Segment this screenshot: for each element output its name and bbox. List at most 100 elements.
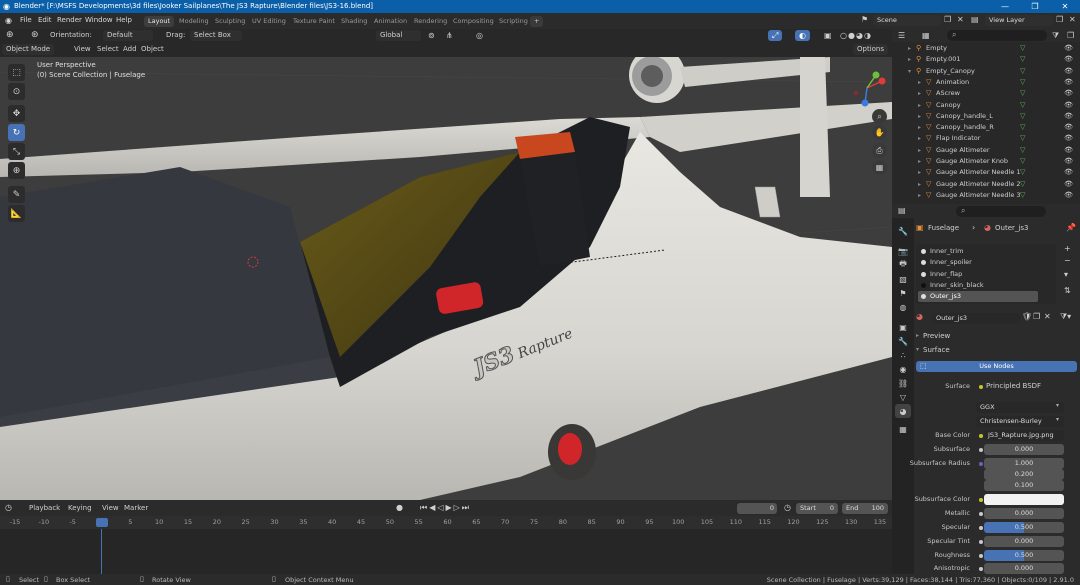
material-slot-list[interactable]: Inner_trim Inner_spoiler Inner_flap Inner_s… [916,244,1056,304]
mesh-data-icon[interactable]: ▽ [1020,77,1025,88]
expand-arrow-icon[interactable]: ▸ [918,145,921,156]
shading-modes-icon[interactable]: ○●◕◑ [836,30,876,41]
material-name-field[interactable]: Outer_js3 [932,313,1020,324]
surface-section[interactable]: Surface [923,346,950,354]
object-tab-icon[interactable]: ▣ [895,320,911,334]
cursor-tool-icon[interactable]: ⊙ [8,83,25,100]
copy-material-icon[interactable]: ❐ [1033,312,1040,321]
preview-expand-icon[interactable]: ▸ [916,332,919,339]
ortho-grid-icon[interactable]: ▦ [872,160,887,175]
tab-uv-editing[interactable]: UV Editing [248,16,290,27]
data-tab-icon[interactable]: ▽ [895,390,911,404]
mesh-data-icon[interactable]: ▽ [1020,190,1025,201]
visibility-eye-icon[interactable]: 👁 [1064,167,1073,178]
expand-arrow-icon[interactable]: ▸ [918,167,921,178]
tab-layout[interactable]: Layout [144,16,175,27]
tab-animation[interactable]: Animation [370,16,411,27]
minimize-button[interactable]: — [990,0,1020,13]
zoom-icon[interactable]: ⌕ [872,109,887,124]
link-dropdown-icon[interactable]: ⧩▾ [1060,312,1071,322]
specular-tint-field[interactable]: 0.000 [984,536,1064,547]
expand-arrow-icon[interactable]: ▸ [918,190,921,201]
pan-hand-icon[interactable]: ✋ [872,125,887,140]
drag-dropdown[interactable]: Select Box [190,30,242,41]
visibility-eye-icon[interactable]: 👁 [1064,179,1073,190]
material-browse-icon[interactable]: ◕ [916,312,923,321]
tab-rendering[interactable]: Rendering [410,16,451,27]
tab-compositing[interactable]: Compositing [449,16,498,27]
subsurface-color-swatch[interactable] [984,494,1064,505]
timeline-ruler[interactable]: -15-10-505101520253035404550556065707580… [0,516,892,529]
subsurface-radius-y[interactable]: 0.200 [984,469,1064,480]
physics-tab-icon[interactable]: ◉ [895,362,911,376]
menu-file[interactable]: File [20,16,32,24]
mesh-data-icon[interactable]: ▽ [1020,167,1025,178]
visibility-eye-icon[interactable]: 👁 [1064,43,1073,54]
tab-shading[interactable]: Shading [337,16,371,27]
gizmo-toggle-icon[interactable]: ⤢ [768,30,783,41]
xray-icon[interactable]: ▣ [820,30,836,41]
orientation-dropdown[interactable]: Default [103,30,153,41]
expand-arrow-icon[interactable]: ▸ [918,179,921,190]
subsurface-radius-z[interactable]: 0.100 [984,480,1064,491]
outliner-row[interactable]: ▸ ▽ Flap Indicator ▽ 👁 [892,133,1080,144]
output-tab-icon[interactable]: 🖶 [895,258,911,272]
current-frame-field[interactable]: 0 [737,503,777,514]
surface-shader-field[interactable]: Principled BSDF [986,382,1041,390]
pivot-icon[interactable]: ⊚ [424,30,439,41]
record-icon[interactable]: ● [396,503,403,512]
outliner-row[interactable]: ▸ ▽ Canopy_handle_L ▽ 👁 [892,111,1080,122]
material-slot[interactable]: Inner_flap [918,269,1038,280]
tool-tab-icon[interactable]: 🔧 [895,224,911,238]
scene-tab-icon[interactable]: ⚑ [895,286,911,300]
texture-tab-icon[interactable]: ▦ [895,422,911,436]
overlay-toggle-icon[interactable]: ◐ [795,30,810,41]
visibility-eye-icon[interactable]: 👁 [1064,133,1073,144]
add-slot-icon[interactable]: + [1064,244,1071,253]
proportional-edit-icon[interactable]: ◎ [472,30,487,41]
tab-sculpting[interactable]: Sculpting [211,16,249,27]
properties-search-input[interactable]: ⌕ [956,206,1046,217]
mesh-data-icon[interactable]: ▽ [1020,133,1025,144]
visibility-eye-icon[interactable]: 👁 [1064,66,1073,77]
outliner-row[interactable]: ▸ ▽ Canopy_handle_R ▽ 👁 [892,122,1080,133]
delete-view-layer-icon[interactable]: ✕ [1069,15,1076,24]
material-slot[interactable]: Outer_js3 [918,291,1038,303]
menu-object[interactable]: Object [137,44,168,55]
editor-type-icon[interactable]: ⊕ [2,30,18,41]
distribution-dropdown[interactable]: GGX [976,402,1064,413]
metallic-field[interactable]: 0.000 [984,508,1064,519]
end-frame-field[interactable]: End 100 [842,503,888,514]
mesh-data-icon[interactable]: ▽ [1020,122,1025,133]
properties-panel[interactable]: ▤ ⌕ 🔧 📷 🖶 ▧ ⚑ ◍ ▣ 🔧 ∴ ◉ ⛓ ▽ ◕ ▦ ▣ Fusela… [892,204,1080,574]
expand-arrow-icon[interactable]: ▸ [918,88,921,99]
scale-tool-icon[interactable]: ⤡ [8,143,25,160]
3d-viewport[interactable]: JS3 Rapture User Perspective (0) Scene C… [0,57,892,500]
mesh-data-icon[interactable]: ▽ [1020,66,1025,77]
visibility-eye-icon[interactable]: 👁 [1064,145,1073,156]
close-button[interactable]: ✕ [1050,0,1080,13]
tab-scripting[interactable]: Scripting [495,16,532,27]
outliner-search-input[interactable]: ⌕ [947,30,1047,41]
roughness-slider[interactable]: 0.500 [984,550,1064,561]
menu-help[interactable]: Help [116,16,132,24]
new-collection-icon[interactable]: ❐ [1067,31,1074,40]
snap-icon[interactable]: ⋔ [442,30,457,41]
mesh-data-icon[interactable]: ▽ [1020,100,1025,111]
copy-scene-icon[interactable]: ❐ [944,15,951,24]
outliner-row[interactable]: ▸ ▽ Gauge Altimeter Needle 1 ▽ 👁 [892,167,1080,178]
delete-scene-icon[interactable]: ✕ [957,15,964,24]
visibility-eye-icon[interactable]: 👁 [1064,77,1073,88]
start-frame-field[interactable]: Start 0 [796,503,838,514]
outliner-row[interactable]: ▾ ⚲ Empty_Canopy ▽ 👁 [892,66,1080,77]
subsurface-radius-x[interactable]: 1.000 [984,458,1064,469]
mesh-data-icon[interactable]: ▽ [1020,179,1025,190]
rotate-tool-icon[interactable]: ↻ [8,124,25,141]
mode-dropdown[interactable]: Object Mode [2,44,55,55]
outliner-row[interactable]: ▸ ▽ Gauge Altimeter ▽ 👁 [892,145,1080,156]
preview-section[interactable]: Preview [923,332,950,340]
outliner-row[interactable]: ▸ ▽ Animation ▽ 👁 [892,77,1080,88]
anisotropic-field[interactable]: 0.000 [984,563,1064,574]
tab-modeling[interactable]: Modeling [175,16,213,27]
expand-arrow-icon[interactable]: ▸ [918,122,921,133]
